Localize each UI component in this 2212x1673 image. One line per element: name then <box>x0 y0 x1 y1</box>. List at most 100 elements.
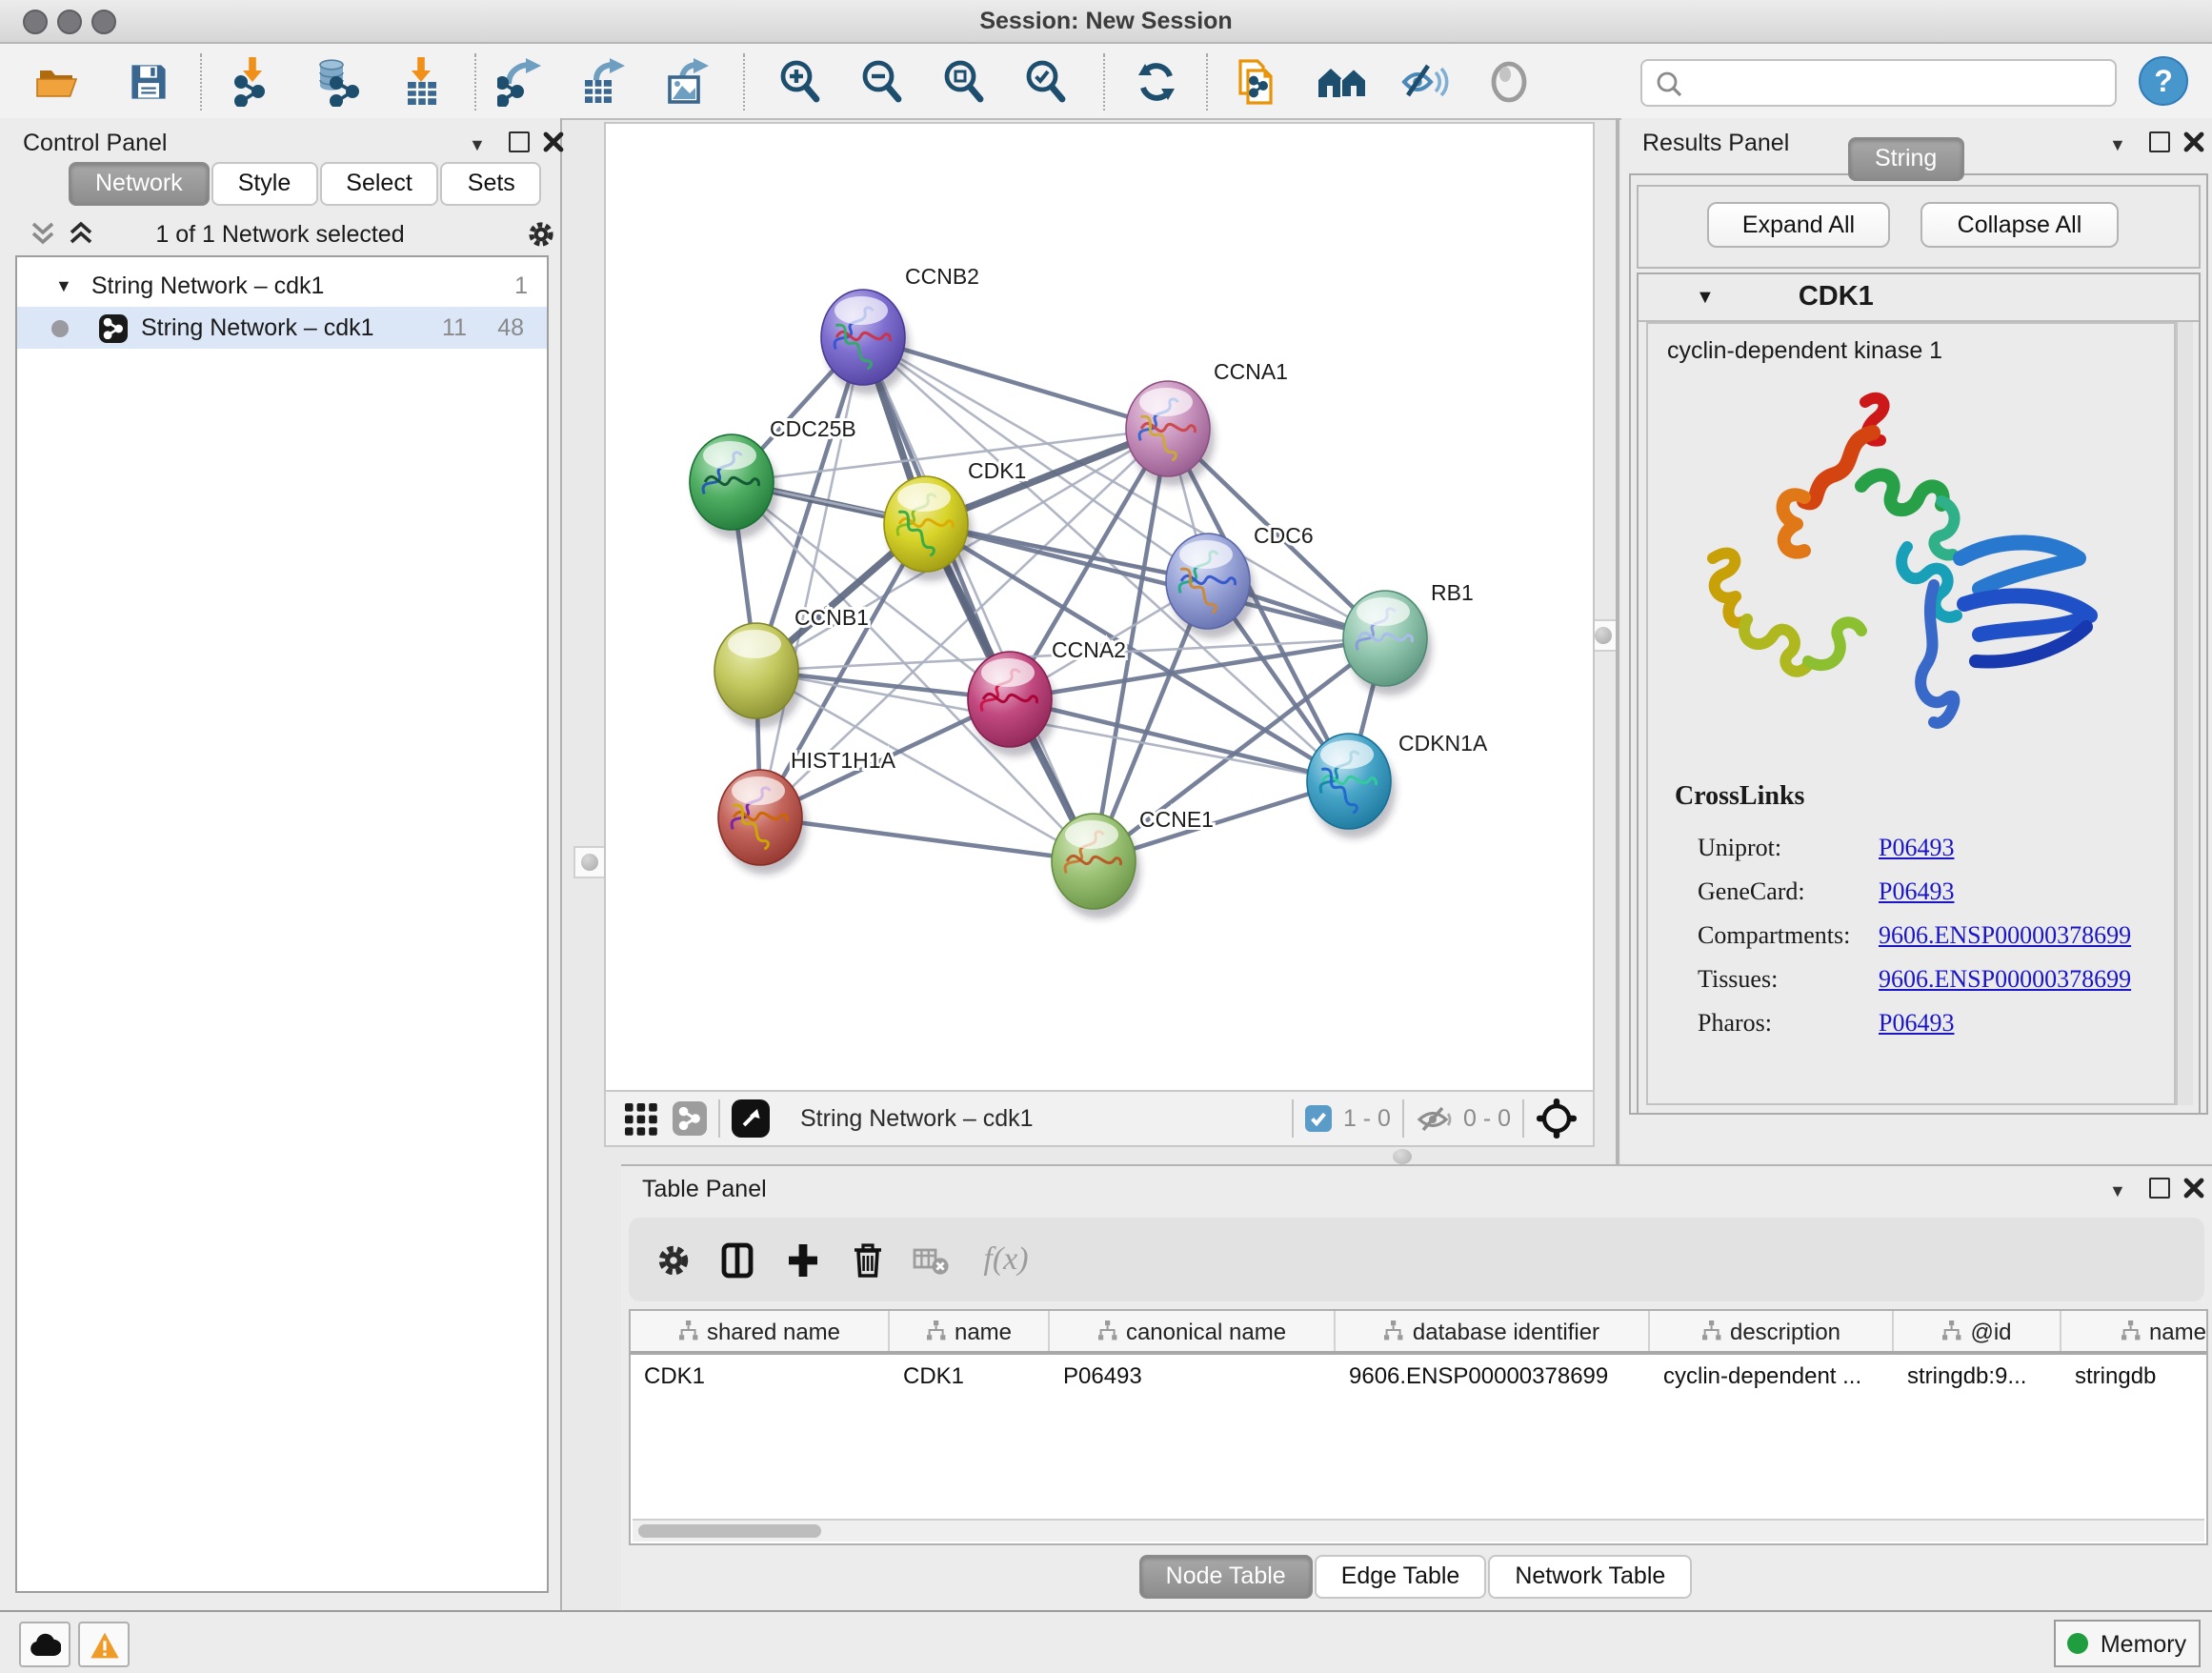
table-cell[interactable]: CDK1 <box>631 1355 890 1395</box>
network-node-CDC25B[interactable] <box>690 434 778 539</box>
network-node-CCNB2[interactable] <box>821 290 910 394</box>
import-network-from-file-button[interactable] <box>225 55 282 109</box>
network-node-CCNA1[interactable] <box>1126 381 1215 486</box>
network-node-RB1[interactable] <box>1343 591 1432 695</box>
delete-table-button[interactable] <box>899 1227 964 1292</box>
table-cell[interactable]: P06493 <box>1050 1355 1336 1395</box>
control-panel-float-icon[interactable] <box>509 131 530 152</box>
zoom-in-button[interactable] <box>772 55 829 109</box>
crosslink-value-link[interactable]: 9606.ENSP00000378699 <box>1879 963 2131 994</box>
column-header-namespace[interactable]: namespace <box>2061 1311 2208 1351</box>
birds-eye-view-button[interactable] <box>1480 55 1538 109</box>
create-column-button[interactable] <box>770 1227 835 1292</box>
table-cell[interactable]: stringdb <box>2061 1355 2208 1395</box>
expand-all-button[interactable]: Expand All <box>1707 202 1890 248</box>
import-table-from-file-button[interactable] <box>394 55 452 109</box>
import-network-from-database-button[interactable] <box>309 55 366 109</box>
column-header-shared-name[interactable]: shared name <box>631 1311 890 1351</box>
control-panel-close-icon[interactable] <box>543 131 564 152</box>
show-columns-button[interactable] <box>705 1227 770 1292</box>
node-table[interactable]: shared namenamecanonical namedatabase id… <box>629 1309 2208 1545</box>
search-input[interactable] <box>1692 68 2115 98</box>
network-edge[interactable] <box>863 337 1094 861</box>
control-panel-collapse-icon[interactable]: ▼ <box>469 135 486 154</box>
tab-select[interactable]: Select <box>319 162 439 206</box>
network-edge[interactable] <box>926 524 1385 638</box>
help-button[interactable]: ? <box>2138 55 2189 107</box>
fit-selected-crosshair-icon[interactable] <box>1536 1098 1578 1139</box>
table-cell[interactable]: stringdb:9... <box>1894 1355 2061 1395</box>
crosslink-value-link[interactable]: P06493 <box>1879 832 1954 862</box>
column-header-database-identifier[interactable]: database identifier <box>1336 1311 1650 1351</box>
export-image-button[interactable] <box>661 55 718 109</box>
copy-style-button[interactable] <box>1227 55 1284 109</box>
results-vertical-scrollbar[interactable] <box>2176 322 2193 1105</box>
network-edge[interactable] <box>760 337 863 817</box>
table-scrollbar-thumb[interactable] <box>638 1524 821 1538</box>
collapse-all-button[interactable]: Collapse All <box>1920 202 2119 248</box>
network-edge[interactable] <box>760 817 1094 861</box>
delete-column-button[interactable] <box>835 1227 899 1292</box>
gene-entry-header[interactable]: ▼ CDK1 <box>1639 274 2199 322</box>
table-cell[interactable]: CDK1 <box>890 1355 1050 1395</box>
results-panel-close-icon[interactable] <box>2183 131 2204 152</box>
open-session-button[interactable] <box>29 55 86 109</box>
gallery-button[interactable] <box>1315 55 1372 109</box>
tab-network-table[interactable]: Network Table <box>1488 1555 1692 1599</box>
table-options-button[interactable] <box>640 1227 705 1292</box>
selected-checkbox[interactable] <box>1305 1105 1332 1132</box>
left-splitter-handle[interactable] <box>573 846 606 878</box>
export-table-button[interactable] <box>577 55 634 109</box>
network-node-CDKN1A[interactable] <box>1307 734 1396 838</box>
network-node-CDC6[interactable] <box>1166 534 1255 638</box>
tab-sets[interactable]: Sets <box>441 162 542 206</box>
column-header-@id[interactable]: @id <box>1894 1311 2061 1351</box>
table-panel-close-icon[interactable] <box>2183 1178 2204 1199</box>
warnings-button[interactable] <box>78 1622 130 1667</box>
horizontal-splitter-handle[interactable] <box>1393 1149 1412 1164</box>
table-horizontal-scrollbar[interactable] <box>633 1519 2204 1542</box>
open-in-new-window-button[interactable] <box>732 1099 770 1138</box>
crosslink-value-link[interactable]: P06493 <box>1879 1007 1954 1038</box>
memory-button[interactable]: Memory <box>2054 1620 2201 1667</box>
network-canvas[interactable]: CCNB2CCNA1CDC25BCDK1CDC6RB1CCNB1CCNA2CDK… <box>604 122 1595 1094</box>
cloud-button[interactable] <box>19 1622 70 1667</box>
table-cell[interactable]: 9606.ENSP00000378699 <box>1336 1355 1650 1395</box>
zoom-selected-button[interactable] <box>1017 55 1075 109</box>
export-network-button[interactable] <box>493 55 551 109</box>
zoom-fit-button[interactable] <box>935 55 993 109</box>
grid-icon[interactable] <box>625 1102 657 1135</box>
collection-expand-icon[interactable]: ▼ <box>55 276 72 295</box>
network-node-CCNE1[interactable] <box>1052 814 1140 918</box>
save-session-button[interactable] <box>120 55 177 109</box>
table-panel-float-icon[interactable] <box>2149 1178 2170 1199</box>
network-graph[interactable]: CCNB2CCNA1CDC25BCDK1CDC6RB1CCNB1CCNA2CDK… <box>606 124 1593 1092</box>
network-node-CCNA2[interactable] <box>968 652 1056 756</box>
tab-edge-table[interactable]: Edge Table <box>1315 1555 1487 1599</box>
column-header-name[interactable]: name <box>890 1311 1050 1351</box>
function-builder-button[interactable]: f(x) <box>964 1227 1048 1292</box>
tab-style[interactable]: Style <box>211 162 318 206</box>
network-collection-row[interactable]: ▼ String Network – cdk1 1 <box>17 265 547 307</box>
column-header-description[interactable]: description <box>1650 1311 1894 1351</box>
column-header-canonical-name[interactable]: canonical name <box>1050 1311 1336 1351</box>
results-panel-float-icon[interactable] <box>2149 131 2170 152</box>
network-node-CDK1[interactable] <box>884 476 973 581</box>
tab-node-table[interactable]: Node Table <box>1139 1555 1313 1599</box>
network-options-gear-icon[interactable] <box>526 219 556 250</box>
table-row[interactable]: CDK1CDK1P064939606.ENSP00000378699cyclin… <box>631 1355 2206 1395</box>
string-view-icon[interactable] <box>673 1101 707 1136</box>
zoom-out-button[interactable] <box>854 55 911 109</box>
gene-collapse-icon[interactable]: ▼ <box>1696 287 1715 308</box>
show-hide-details-button[interactable] <box>1397 55 1454 109</box>
table-panel-collapse-icon[interactable]: ▼ <box>2109 1181 2126 1200</box>
network-row-selected[interactable]: String Network – cdk1 11 48 <box>17 307 547 349</box>
crosslink-value-link[interactable]: P06493 <box>1879 876 1954 906</box>
tab-string[interactable]: String <box>1848 137 1963 181</box>
tab-network[interactable]: Network <box>69 162 210 206</box>
search-field[interactable] <box>1640 59 2117 107</box>
results-panel-collapse-icon[interactable]: ▼ <box>2109 135 2126 154</box>
apply-layout-button[interactable] <box>1128 55 1185 109</box>
table-cell[interactable]: cyclin-dependent ... <box>1650 1355 1894 1395</box>
crosslink-value-link[interactable]: 9606.ENSP00000378699 <box>1879 919 2131 950</box>
